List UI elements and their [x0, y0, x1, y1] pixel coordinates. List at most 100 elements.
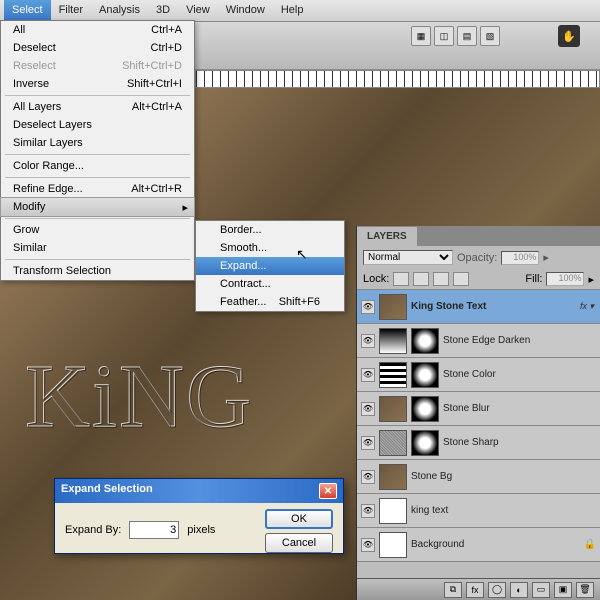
visibility-icon[interactable]: 👁	[361, 470, 375, 484]
submenu-item[interactable]: Contract...	[196, 275, 344, 293]
layer-name: Stone Sharp	[443, 437, 596, 448]
main-menubar: Select Filter Analysis 3D View Window He…	[0, 0, 600, 22]
layer-thumbnail	[379, 396, 407, 422]
visibility-icon[interactable]: 👁	[361, 504, 375, 518]
opacity-value[interactable]: 100%	[501, 251, 539, 265]
expand-by-input[interactable]	[129, 521, 179, 539]
visibility-icon[interactable]: 👁	[361, 538, 375, 552]
lock-transparent-icon[interactable]	[393, 272, 409, 286]
blend-mode-select[interactable]: Normal	[363, 250, 453, 265]
menu-filter[interactable]: Filter	[51, 0, 91, 21]
visibility-icon[interactable]: 👁	[361, 334, 375, 348]
layer-row[interactable]: 👁 king text	[357, 494, 600, 528]
layers-tab[interactable]: LAYERS	[357, 226, 417, 246]
menu-item[interactable]: DeselectCtrl+D	[1, 39, 194, 57]
layer-name: Stone Color	[443, 369, 596, 380]
menu-item[interactable]: Modify	[0, 197, 195, 217]
menu-item[interactable]: Refine Edge...Alt+Ctrl+R	[1, 180, 194, 198]
layer-row[interactable]: 👁 King Stone Text fx ▾	[357, 290, 600, 324]
tool-icon[interactable]: ▤	[457, 26, 477, 46]
layer-row[interactable]: 👁Stone Edge Darken	[357, 324, 600, 358]
tool-icon-2[interactable]: ▧	[480, 26, 500, 46]
layer-thumbnail	[379, 498, 407, 524]
layer-name: Background	[411, 539, 580, 550]
menu-item[interactable]: Similar Layers	[1, 134, 194, 152]
modify-submenu: Border...Smooth...Expand...Contract...Fe…	[195, 220, 345, 312]
dialog-title: Expand Selection	[61, 483, 153, 499]
fill-label: Fill:	[525, 273, 542, 285]
submenu-item[interactable]: Feather...Shift+F6	[196, 293, 344, 311]
opacity-label: Opacity:	[457, 252, 497, 264]
layer-list: 👁King Stone Textfx ▾👁Stone Edge Darken👁S…	[357, 290, 600, 562]
visibility-icon[interactable]: 👁	[361, 436, 375, 450]
menu-select[interactable]: Select	[4, 0, 51, 21]
horizontal-ruler	[195, 70, 600, 88]
layer-row[interactable]: 👁 Stone Blur	[357, 392, 600, 426]
menu-item[interactable]: AllCtrl+A	[1, 21, 194, 39]
delete-layer-icon[interactable]: 🗑	[576, 582, 594, 598]
visibility-icon[interactable]: 👁	[361, 402, 375, 416]
adjustment-layer-icon[interactable]: ◐	[510, 582, 528, 598]
layer-mask-thumbnail	[411, 396, 439, 422]
menu-analysis[interactable]: Analysis	[91, 0, 148, 21]
layers-panel: LAYERS Normal Opacity: 100% ▸ Lock: Fill…	[356, 226, 600, 600]
menu-item[interactable]: Transform Selection	[1, 262, 194, 280]
lock-position-icon[interactable]	[433, 272, 449, 286]
arrange-icon[interactable]: ◫	[434, 26, 454, 46]
hand-tool-icon[interactable]: ✋	[558, 25, 580, 47]
link-layers-icon[interactable]: ⧉	[444, 582, 462, 598]
opacity-arrow-icon[interactable]: ▸	[543, 251, 549, 264]
pixels-label: pixels	[187, 524, 215, 536]
layer-row[interactable]: 👁 Background 🔒	[357, 528, 600, 562]
layer-style-icon[interactable]: fx	[466, 582, 484, 598]
group-icon[interactable]: ▭	[532, 582, 550, 598]
menu-help[interactable]: Help	[273, 0, 312, 21]
layers-panel-footer: ⧉ fx ◯ ◐ ▭ ▣ 🗑	[357, 578, 600, 600]
layer-name: Stone Bg	[411, 471, 596, 482]
screen-mode-icon[interactable]: ▦	[411, 26, 431, 46]
layer-mask-thumbnail	[411, 328, 439, 354]
submenu-item[interactable]: Smooth...	[196, 239, 344, 257]
submenu-item[interactable]: Expand...	[196, 257, 344, 275]
submenu-item[interactable]: Border...	[196, 221, 344, 239]
menu-item[interactable]: All LayersAlt+Ctrl+A	[1, 98, 194, 116]
layer-name: King Stone Text	[411, 301, 576, 312]
layer-name: Stone Blur	[443, 403, 596, 414]
close-icon[interactable]: ✕	[319, 483, 337, 499]
visibility-icon[interactable]: 👁	[361, 368, 375, 382]
lock-label: Lock:	[363, 273, 389, 285]
expand-by-label: Expand By:	[65, 524, 121, 536]
layer-name: king text	[411, 505, 596, 516]
fx-icon[interactable]: fx ▾	[580, 301, 594, 312]
cancel-button[interactable]: Cancel	[265, 533, 333, 553]
menu-item[interactable]: Color Range...	[1, 157, 194, 175]
layer-thumbnail	[379, 328, 407, 354]
ok-button[interactable]: OK	[265, 509, 333, 529]
menu-item: ReselectShift+Ctrl+D	[1, 57, 194, 75]
layer-row[interactable]: 👁 Stone Sharp	[357, 426, 600, 460]
menu-item[interactable]: Similar	[1, 239, 194, 257]
fill-value[interactable]: 100%	[546, 272, 584, 286]
layer-row[interactable]: 👁 Stone Bg	[357, 460, 600, 494]
menu-window[interactable]: Window	[218, 0, 273, 21]
new-layer-icon[interactable]: ▣	[554, 582, 572, 598]
lock-all-icon[interactable]	[453, 272, 469, 286]
layer-thumbnail	[379, 464, 407, 490]
layer-thumbnail	[379, 362, 407, 388]
layer-mask-thumbnail	[411, 362, 439, 388]
fill-arrow-icon[interactable]: ▸	[588, 273, 594, 286]
menu-item[interactable]: InverseShift+Ctrl+I	[1, 75, 194, 93]
layer-thumbnail	[379, 532, 407, 558]
layer-row[interactable]: 👁 Stone Color	[357, 358, 600, 392]
canvas-text-selection: KiNG	[25, 345, 253, 448]
expand-selection-dialog: Expand Selection ✕ Expand By: pixels OK …	[54, 478, 344, 554]
layer-mask-icon[interactable]: ◯	[488, 582, 506, 598]
menu-3d[interactable]: 3D	[148, 0, 178, 21]
menu-view[interactable]: View	[178, 0, 218, 21]
layer-thumbnail	[379, 430, 407, 456]
lock-icon: 🔒	[584, 539, 596, 550]
menu-item[interactable]: Grow	[1, 221, 194, 239]
lock-image-icon[interactable]	[413, 272, 429, 286]
visibility-icon[interactable]: 👁	[361, 300, 375, 314]
menu-item[interactable]: Deselect Layers	[1, 116, 194, 134]
